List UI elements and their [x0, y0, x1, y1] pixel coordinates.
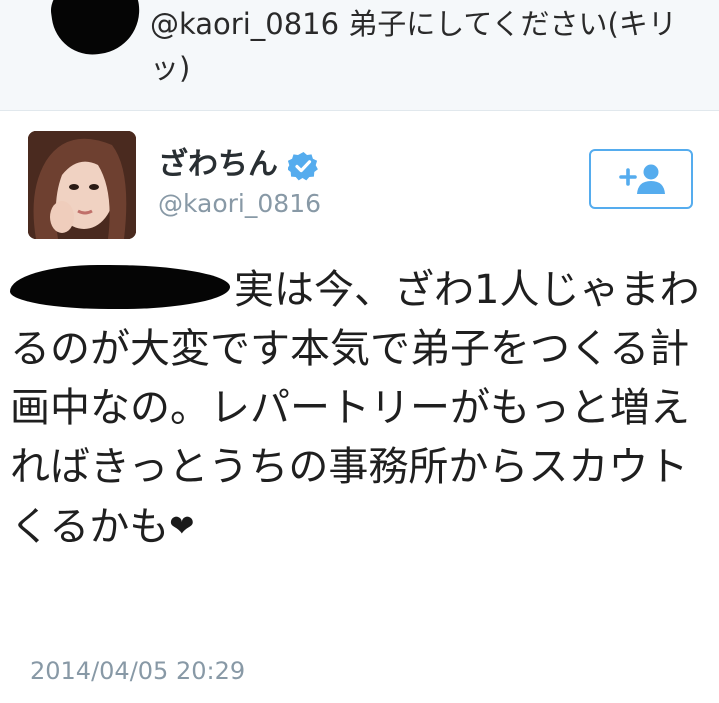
add-user-icon: [619, 164, 665, 194]
redacted-mention: [10, 265, 230, 309]
tweet-detail: ざわちん @kaori_0816 実は今、ざわ1人じゃまわるのが大変です本気で弟…: [0, 111, 719, 703]
heart-icon: ❤: [169, 509, 195, 544]
profile-photo-icon: [28, 131, 136, 239]
verified-badge-icon: [288, 152, 318, 181]
previous-tweet[interactable]: @kaori_0816 弟子にしてください(キリッ): [0, 0, 719, 111]
display-name[interactable]: ざわちん: [158, 147, 278, 183]
tweet-text: 実は今、ざわ1人じゃまわるのが大変です本気で弟子をつくる計画中なの。レパートリー…: [10, 261, 710, 557]
previous-tweet-text: @kaori_0816 弟子にしてください(キリッ): [150, 7, 677, 85]
follow-button[interactable]: [589, 149, 693, 209]
tweet-timestamp[interactable]: 2014/04/05 20:29: [30, 656, 245, 686]
tweet-body-text: 実は今、ざわ1人じゃまわるのが大変です本気で弟子をつくる計画中なの。レパートリー…: [10, 267, 700, 550]
username[interactable]: @kaori_0816: [158, 189, 321, 219]
avatar[interactable]: [28, 131, 136, 239]
redacted-avatar: [47, 0, 145, 60]
